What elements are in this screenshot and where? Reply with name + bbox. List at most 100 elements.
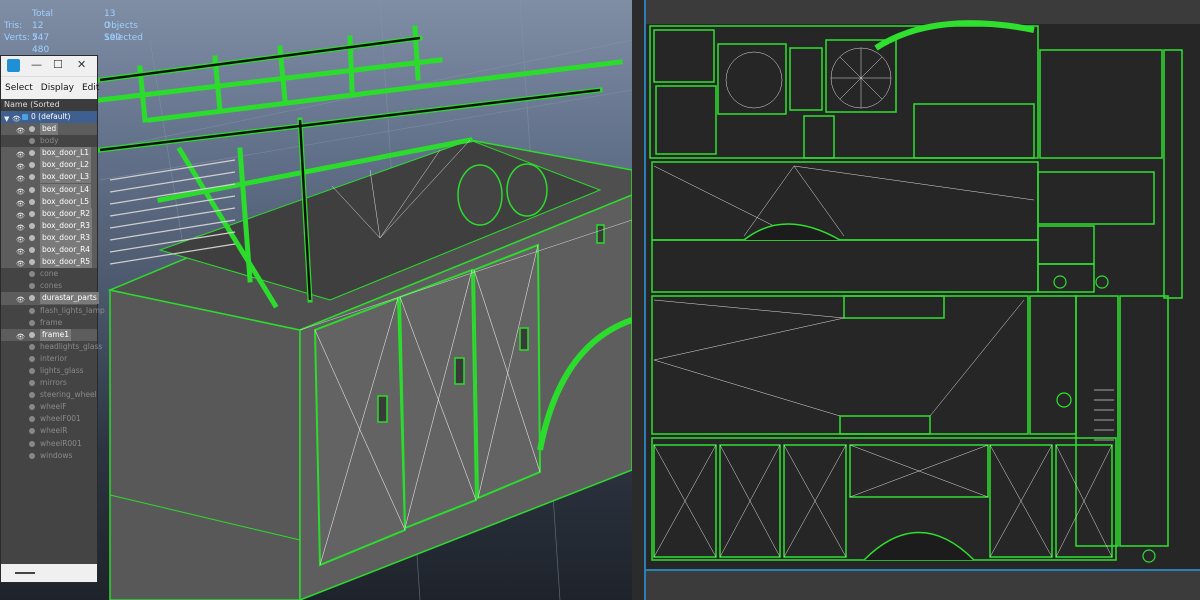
outliner-item[interactable]: body [1, 135, 97, 147]
outliner-item-label: headlights_glass [40, 341, 103, 351]
outliner-item[interactable]: 👁 box_door_L5 [1, 195, 97, 208]
mesh-object-icon [29, 319, 35, 326]
hud-tris-selected: 0 [104, 21, 110, 31]
resize-handle-icon[interactable] [15, 572, 35, 574]
outliner-menubar: Select Display Edit [1, 76, 99, 99]
outliner-item[interactable]: 👁 frame1 [1, 328, 97, 341]
outliner-item-label: interior [40, 353, 68, 363]
mesh-object-icon [29, 283, 35, 290]
outliner-item[interactable]: lights_glass [1, 365, 97, 377]
mesh-object-icon [29, 222, 35, 229]
outliner-item[interactable]: 👁 durastar_parts [1, 292, 99, 305]
outliner-item-label: box_door_L1 [40, 147, 92, 160]
outliner-item-label: wheelR [40, 426, 68, 436]
outliner-list: ▼ 👁 0 (default) 👁 bed body 👁 box_door_L1 👁 box… [1, 111, 105, 462]
outliner-item[interactable]: flash_lights_lamp [1, 305, 105, 317]
outliner-footer [1, 564, 97, 582]
mesh-object-icon [29, 234, 35, 241]
outliner-item-label: wheelF [40, 402, 67, 412]
layer-row[interactable]: ▼ 👁 0 (default) [1, 111, 97, 124]
hud-verts-selected: 190 [104, 33, 122, 43]
mesh-object-icon [29, 355, 35, 362]
outliner-item[interactable]: 👁 bed [1, 123, 97, 136]
outliner-item[interactable]: 👁 box_door_R3 [1, 231, 97, 245]
mesh-object-icon [29, 259, 35, 266]
outliner-sort-header[interactable]: Name (Sorted Ascending) [1, 99, 97, 121]
layer-icon [22, 114, 28, 120]
outliner-titlebar[interactable]: — ☐ ✕ [1, 56, 97, 76]
hud-total-label: Total [32, 9, 54, 19]
outliner-item[interactable]: 👁 box_door_R5 [1, 256, 97, 269]
outliner-item[interactable]: interior [1, 353, 97, 365]
menu-edit[interactable]: Edit [78, 83, 103, 93]
outliner-item-label: box_door_L2 [40, 159, 92, 172]
hud-tris-label: Tris: [4, 21, 23, 31]
outliner-item[interactable]: 👁 box_door_R4 [1, 244, 97, 257]
mesh-object-icon [29, 380, 35, 387]
mesh-object-icon [29, 331, 35, 338]
outliner-item[interactable]: 👁 box_door_L3 [1, 171, 97, 184]
mesh-object-icon [29, 404, 35, 411]
outliner-item-label: durastar_parts [40, 292, 99, 305]
outliner-item[interactable]: cones [1, 280, 97, 292]
outliner-item-label: lights_glass [40, 365, 84, 375]
mesh-object-icon [29, 440, 35, 447]
outliner-item[interactable]: wheelF [1, 401, 97, 413]
outliner-item[interactable]: steering_wheel [1, 389, 97, 401]
mesh-object-icon [29, 174, 35, 181]
mesh-object-icon [29, 247, 35, 254]
outliner-item[interactable]: windows [1, 450, 97, 462]
mesh-object-icon [29, 416, 35, 423]
outliner-item-label: box_door_R3 [40, 231, 93, 244]
outliner-item-label: frame1 [40, 328, 72, 341]
outliner-item-label: wheelF001 [40, 414, 81, 424]
mesh-object-icon [29, 367, 35, 374]
mesh-object-icon [29, 210, 35, 217]
uv-editor[interactable] [644, 0, 1200, 600]
outliner-item-label: body [40, 136, 59, 146]
outliner-item-label: box_door_R5 [40, 256, 93, 269]
layer-label: 0 (default) [31, 112, 71, 121]
outliner-item-label: windows [40, 450, 73, 460]
outliner-item-label: box_door_L4 [40, 183, 92, 196]
outliner-item-label: flash_lights_lamp [40, 305, 105, 315]
maya-app-icon [7, 59, 20, 72]
outliner-item-label: bed [40, 123, 59, 136]
mesh-object-icon [29, 343, 35, 350]
outliner-item[interactable]: cone [1, 268, 97, 280]
outliner-item[interactable]: 👁 box_door_R2 [1, 207, 97, 220]
close-button[interactable]: ✕ [77, 58, 86, 71]
outliner-item[interactable]: 👁 box_door_R3 [1, 219, 97, 232]
outliner-item[interactable]: 👁 box_door_L1 [1, 147, 97, 160]
outliner-item-label: box_door_R4 [40, 244, 93, 257]
outliner-item-label: steering_wheel [40, 390, 97, 400]
menu-display[interactable]: Display [37, 83, 78, 93]
outliner-item-label: mirrors [40, 378, 67, 388]
menu-select[interactable]: Select [1, 83, 37, 93]
outliner-item[interactable]: mirrors [1, 377, 97, 389]
outliner-item-label: box_door_L3 [40, 171, 92, 184]
outliner-item-label: box_door_L5 [40, 195, 92, 208]
mesh-object-icon [29, 198, 35, 205]
mesh-object-icon [29, 186, 35, 193]
hud-verts-label: Verts: [4, 33, 30, 43]
mesh-object-icon [29, 150, 35, 157]
outliner-item-label: frame [40, 317, 63, 327]
mesh-object-icon [29, 452, 35, 459]
3d-viewport[interactable]: Total 13 Objects Selected Tris: 12 547 0… [0, 0, 632, 600]
outliner-item[interactable]: headlights_glass [1, 341, 102, 353]
outliner-item[interactable]: 👁 box_door_L4 [1, 183, 97, 196]
mesh-object-icon [29, 271, 35, 278]
uv-layout [644, 0, 1200, 600]
outliner-window[interactable]: — ☐ ✕ Select Display Edit Name (Sorted A… [0, 55, 105, 583]
outliner-item-label: cones [40, 281, 62, 291]
outliner-item[interactable]: frame [1, 317, 97, 329]
minimize-button[interactable]: — [31, 58, 42, 71]
maximize-button[interactable]: ☐ [53, 58, 63, 71]
outliner-item[interactable]: wheelR001 [1, 438, 97, 450]
mesh-object-icon [29, 307, 35, 314]
panel-divider[interactable] [632, 0, 644, 600]
outliner-item[interactable]: wheelR [1, 425, 97, 437]
outliner-item[interactable]: 👁 box_door_L2 [1, 159, 97, 172]
outliner-item[interactable]: wheelF001 [1, 413, 97, 425]
